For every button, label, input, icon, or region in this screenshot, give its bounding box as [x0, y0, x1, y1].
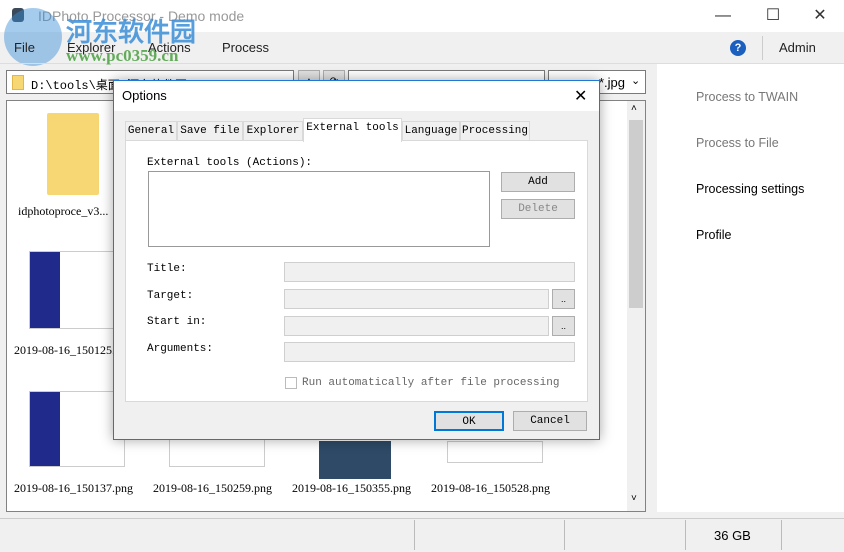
tools-list[interactable] — [148, 171, 490, 247]
tab-general[interactable]: General — [125, 121, 177, 141]
run-auto-label[interactable]: Run automatically after file processing — [302, 377, 559, 389]
title-input[interactable] — [284, 262, 575, 282]
ok-button[interactable]: OK — [434, 411, 504, 431]
profile[interactable]: Profile — [696, 228, 731, 242]
tab-explorer[interactable]: Explorer — [243, 121, 303, 141]
divider — [781, 520, 782, 550]
process-to-twain[interactable]: Process to TWAIN — [696, 90, 798, 104]
scrollbar-thumb[interactable] — [629, 120, 643, 308]
processing-settings[interactable]: Processing settings — [696, 182, 804, 196]
folder-icon[interactable] — [47, 113, 99, 195]
process-to-file[interactable]: Process to File — [696, 136, 779, 150]
chevron-down-icon: ⌄ — [631, 75, 641, 87]
list-label: External tools (Actions): — [147, 157, 313, 169]
close-button[interactable]: ✕ — [797, 4, 843, 28]
target-input[interactable] — [284, 289, 549, 309]
maximize-button[interactable]: ☐ — [750, 4, 796, 28]
file-label[interactable]: 2019-08-16_150125... — [14, 343, 121, 358]
menu-file[interactable]: File — [14, 40, 35, 55]
title-label: Title: — [147, 263, 187, 275]
tab-language[interactable]: Language — [402, 121, 460, 141]
file-label[interactable]: 2019-08-16_150355.png — [292, 481, 411, 496]
add-button[interactable]: Add — [501, 172, 575, 192]
browse-start-in-button[interactable]: .. — [552, 316, 575, 336]
help-icon[interactable]: ? — [730, 40, 746, 56]
start-in-input[interactable] — [284, 316, 549, 336]
minimize-button[interactable]: — — [700, 4, 746, 28]
file-label[interactable]: 2019-08-16_150528.png — [431, 481, 550, 496]
watermark-url: www.pc0359.cn — [66, 46, 179, 65]
options-dialog: Options ✕ General Save file Explorer Ext… — [113, 80, 600, 440]
tab-save-file[interactable]: Save file — [177, 121, 243, 141]
scroll-down-icon[interactable]: ˅ — [631, 493, 637, 504]
divider — [762, 36, 763, 60]
menu-process[interactable]: Process — [222, 40, 269, 55]
file-label[interactable]: idphotoproce_v3... — [18, 204, 108, 219]
dialog-title-bar: Options ✕ — [114, 81, 599, 111]
file-thumbnail[interactable] — [169, 437, 265, 467]
actions-panel — [657, 64, 844, 512]
folder-icon — [12, 75, 24, 90]
file-label[interactable]: 2019-08-16_150137.png — [14, 481, 133, 496]
tab-processing[interactable]: Processing — [460, 121, 530, 141]
dialog-title: Options — [122, 88, 167, 103]
tab-panel: External tools (Actions): Add Delete Tit… — [125, 140, 588, 402]
disk-space: 36 GB — [714, 528, 751, 543]
target-label: Target: — [147, 290, 194, 302]
user-menu[interactable]: Admin — [779, 40, 816, 55]
watermark-name: 河东软件园 — [66, 18, 197, 48]
close-icon[interactable]: ✕ — [574, 86, 587, 106]
tab-external-tools[interactable]: External tools — [303, 118, 402, 142]
divider — [685, 520, 686, 550]
delete-button[interactable]: Delete — [501, 199, 575, 219]
file-thumbnail[interactable] — [29, 391, 125, 467]
file-thumbnail[interactable] — [29, 251, 125, 329]
start-in-label: Start in: — [147, 316, 207, 328]
run-auto-checkbox[interactable] — [285, 377, 297, 389]
file-label[interactable]: 2019-08-16_150259.png — [153, 481, 272, 496]
filter-value: *.jpg — [599, 75, 626, 90]
scroll-up-icon[interactable]: ˄ — [631, 103, 637, 114]
divider — [564, 520, 565, 550]
arguments-label: Arguments: — [147, 343, 214, 355]
browse-target-button[interactable]: .. — [552, 289, 575, 309]
arguments-input[interactable] — [284, 342, 575, 362]
cancel-button[interactable]: Cancel — [513, 411, 587, 431]
divider — [414, 520, 415, 550]
file-thumbnail[interactable] — [447, 441, 543, 463]
file-thumbnail[interactable] — [319, 441, 391, 479]
